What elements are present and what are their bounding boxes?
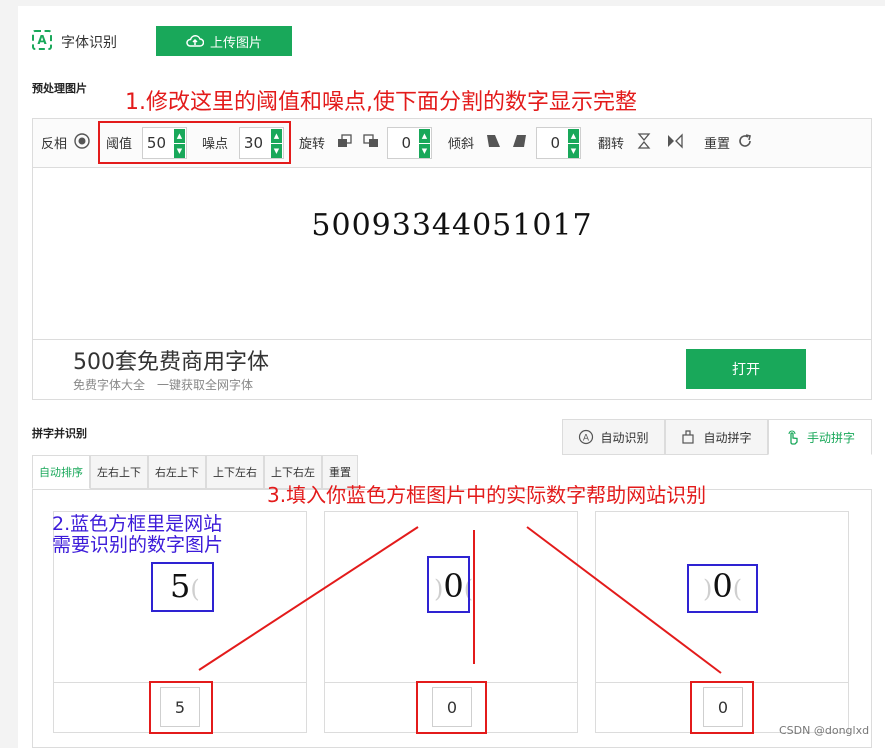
glyph-highlight-box <box>687 564 758 613</box>
rotate-stepper[interactable]: ▲ ▼ <box>387 127 432 159</box>
preprocess-title: 预处理图片 <box>32 82 87 95</box>
flip-horizontal-icon[interactable] <box>666 132 684 150</box>
tab-lr-tb[interactable]: 左右上下 <box>90 455 148 489</box>
annotation-step3: 3.填入你蓝色方框图片中的实际数字帮助网站识别 <box>267 483 707 507</box>
rotate-right-icon[interactable] <box>362 132 380 150</box>
cloud-upload-icon <box>186 35 204 47</box>
threshold-noise-highlight <box>98 121 291 164</box>
skew-stepper[interactable]: ▲ ▼ <box>536 127 581 159</box>
skew-label: 倾斜 <box>448 137 475 152</box>
reset-label[interactable]: 重置 <box>704 133 730 152</box>
preview-digits: 50093344051017 <box>311 208 593 243</box>
auto-compose-icon <box>682 430 695 444</box>
annotation-step2-line2: 需要识别的数字图片 <box>52 534 224 556</box>
hand-pointer-icon <box>788 430 798 445</box>
tab-manual-compose[interactable]: 手动拼字 <box>768 419 872 455</box>
preview-area: 50093344051017 <box>32 168 872 340</box>
font-ad-banner: 500套免费商用字体 免费字体大全 一键获取全网字体 打开 <box>32 340 872 400</box>
answer-highlight-box <box>149 681 213 734</box>
open-button[interactable]: 打开 <box>686 349 806 389</box>
flip-label: 翻转 <box>598 137 625 152</box>
tab-auto-sort[interactable]: 自动排序 <box>32 455 90 489</box>
tab-auto-compose[interactable]: 自动拼字 <box>665 419 768 455</box>
glyph-highlight-box <box>151 562 214 612</box>
auto-recognize-icon: A <box>579 429 594 445</box>
tab-auto-recognize[interactable]: A 自动识别 <box>562 419 665 455</box>
rotate-down-arrow-icon[interactable]: ▼ <box>419 144 430 158</box>
compose-title: 拼字并识别 <box>32 427 87 440</box>
invert-radio-icon[interactable] <box>73 132 91 150</box>
rotate-label: 旋转 <box>299 137 326 152</box>
answer-highlight-box <box>416 681 487 734</box>
answer-highlight-box <box>690 681 754 734</box>
font-recognition-icon: A <box>32 30 52 50</box>
upload-image-button[interactable]: 上传图片 <box>156 26 292 56</box>
invert-label: 反相 <box>41 137 68 152</box>
rotate-left-icon[interactable] <box>336 132 354 150</box>
tab-manual-compose-label: 手动拼字 <box>806 430 855 445</box>
tab-auto-compose-label: 自动拼字 <box>703 430 752 445</box>
upload-button-label: 上传图片 <box>209 35 262 51</box>
tab-rl-tb[interactable]: 右左上下 <box>148 455 206 489</box>
ad-title: 500套免费商用字体 <box>73 350 269 375</box>
rotate-up-arrow-icon[interactable]: ▲ <box>419 129 430 143</box>
reset-refresh-icon[interactable] <box>736 132 754 150</box>
annotation-step1: 1.修改这里的阈值和噪点,使下面分割的数字显示完整 <box>125 90 637 115</box>
tab-tb-lr[interactable]: 上下左右 <box>206 455 264 489</box>
tab-auto-recognize-label: 自动识别 <box>600 430 649 445</box>
skew-down-arrow-icon[interactable]: ▼ <box>568 144 579 158</box>
annotation-step2-line1: 2.蓝色方框里是网站 <box>52 513 223 535</box>
ad-subtitle: 免费字体大全 一键获取全网字体 <box>73 378 254 392</box>
svg-text:A: A <box>583 434 590 444</box>
skew-left-icon[interactable] <box>485 132 503 150</box>
mode-tabs: A 自动识别 自动拼字 手动拼字 <box>562 419 872 455</box>
glyph-highlight-box <box>427 556 470 613</box>
annotation-step2: 2.蓝色方框里是网站 需要识别的数字图片 <box>52 514 223 556</box>
watermark: CSDN @donglxd <box>779 724 870 737</box>
brand-label: 字体识别 <box>61 35 117 51</box>
skew-up-arrow-icon[interactable]: ▲ <box>568 129 579 143</box>
flip-vertical-icon[interactable] <box>635 132 653 150</box>
skew-right-icon[interactable] <box>510 132 528 150</box>
